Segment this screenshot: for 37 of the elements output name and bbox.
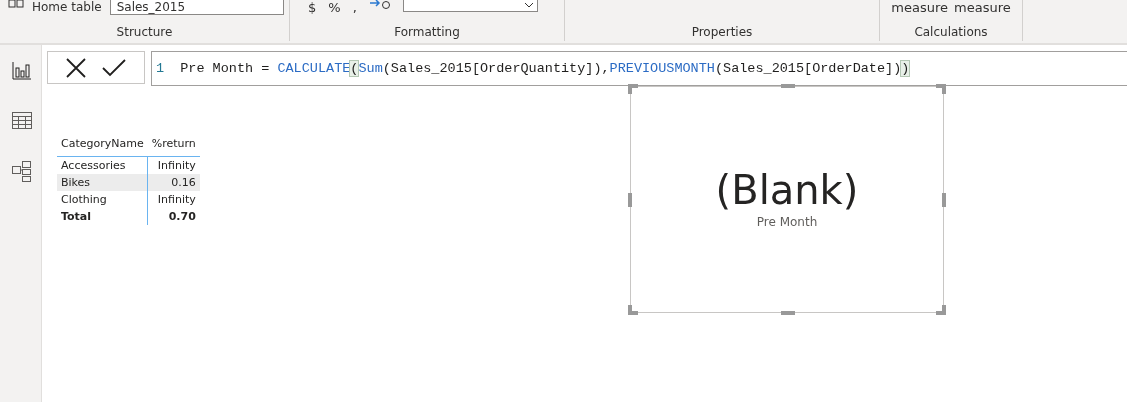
table-grid-icon[interactable]: [11, 110, 33, 132]
chevron-icon: [523, 2, 534, 9]
table-cell: Infinity: [147, 156, 200, 174]
checkmark-icon: [101, 57, 127, 78]
report-chart-icon[interactable]: [11, 60, 33, 82]
table-cell: 0.16: [147, 174, 200, 191]
group-caption: Properties: [690, 25, 754, 41]
card-label: Pre Month: [756, 214, 818, 229]
resize-handle[interactable]: [781, 84, 795, 88]
format-dropdown[interactable]: [402, 0, 538, 12]
table-cell: Clothing: [57, 191, 148, 208]
field-label: Home table: [32, 0, 102, 14]
total-cell: Total: [57, 208, 148, 225]
cancel-button[interactable]: [65, 56, 87, 79]
format-button[interactable]: ,: [352, 0, 357, 15]
close-icon: [65, 56, 87, 79]
group-caption: Structure: [115, 25, 174, 41]
column-header: CategoryName: [57, 133, 148, 157]
commit-button[interactable]: [101, 57, 127, 78]
card-visual[interactable]: (Blank) Pre Month: [630, 86, 944, 313]
home-table-field[interactable]: Sales_2015: [109, 0, 284, 15]
format-button[interactable]: %: [328, 0, 341, 15]
format-button[interactable]: $: [308, 0, 317, 15]
column-header: %return: [147, 133, 200, 157]
measure-button[interactable]: measure: [954, 0, 1011, 15]
resize-handle[interactable]: [942, 193, 946, 207]
group-caption: Formatting: [393, 25, 461, 41]
table-cell: Infinity: [147, 191, 200, 208]
model-icon[interactable]: [11, 160, 33, 182]
group-caption: Calculations: [913, 25, 989, 41]
resize-handle[interactable]: [781, 311, 795, 315]
measure-button[interactable]: measure: [891, 0, 948, 15]
table-cell: Bikes: [57, 174, 148, 191]
card-value: (Blank): [715, 166, 859, 213]
total-cell: 0.70: [147, 208, 200, 225]
resize-handle[interactable]: [628, 193, 632, 207]
table-icon: [8, 0, 24, 8]
